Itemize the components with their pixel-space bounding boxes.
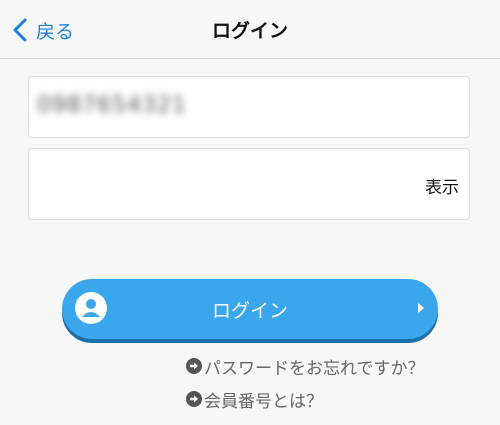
page-title: ログイン <box>211 20 288 42</box>
forgot-password-text: パスワードをお忘れですか？ <box>204 358 425 379</box>
member-id-field[interactable]: 0987654321 <box>28 76 470 138</box>
navigation-bar: 戻る ログイン <box>0 0 500 59</box>
login-button-label: ログイン <box>211 300 288 322</box>
arrow-right-circle-icon <box>186 358 202 374</box>
member-number-text: 会員番号とは？ <box>204 391 323 412</box>
login-button[interactable]: ログイン <box>62 279 438 339</box>
arrow-right-circle-icon <box>186 391 202 407</box>
triangle-right-icon <box>418 303 424 313</box>
password-field[interactable]: 表示 <box>28 148 470 220</box>
forgot-password-link[interactable]: パスワードをお忘れですか？ <box>186 355 425 379</box>
member-number-link[interactable]: 会員番号とは？ <box>186 388 323 412</box>
show-password-toggle[interactable]: 表示 <box>425 173 459 198</box>
member-id-value: 0987654321 <box>37 93 187 118</box>
